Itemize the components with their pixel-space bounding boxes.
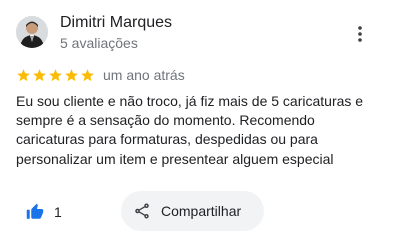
avatar[interactable] (16, 16, 48, 48)
thumb-up-icon (26, 203, 44, 219)
more-vert-icon (358, 26, 362, 42)
more-options-button[interactable] (346, 20, 374, 48)
star-icon (80, 68, 95, 83)
reviewer-name[interactable]: Dimitri Marques (60, 13, 172, 33)
review-card: Dimitri Marques 5 avaliações um ano atrá… (0, 0, 393, 250)
like-count: 1 (54, 204, 62, 220)
share-button[interactable]: Compartilhar (121, 191, 264, 231)
avatar-image (16, 16, 48, 48)
star-icon (32, 68, 47, 83)
star-icon (16, 68, 31, 83)
like-button[interactable]: 1 (26, 198, 62, 226)
review-text: Eu sou cliente e não troco, já fiz mais … (16, 93, 364, 167)
star-icon (48, 68, 63, 83)
star-rating (16, 68, 95, 83)
review-date: um ano atrás (103, 67, 185, 83)
star-icon (64, 68, 79, 83)
share-label: Compartilhar (161, 203, 242, 219)
reviewer-review-count[interactable]: 5 avaliações (60, 34, 138, 52)
rating-row: um ano atrás (16, 66, 185, 84)
share-icon (133, 202, 151, 220)
